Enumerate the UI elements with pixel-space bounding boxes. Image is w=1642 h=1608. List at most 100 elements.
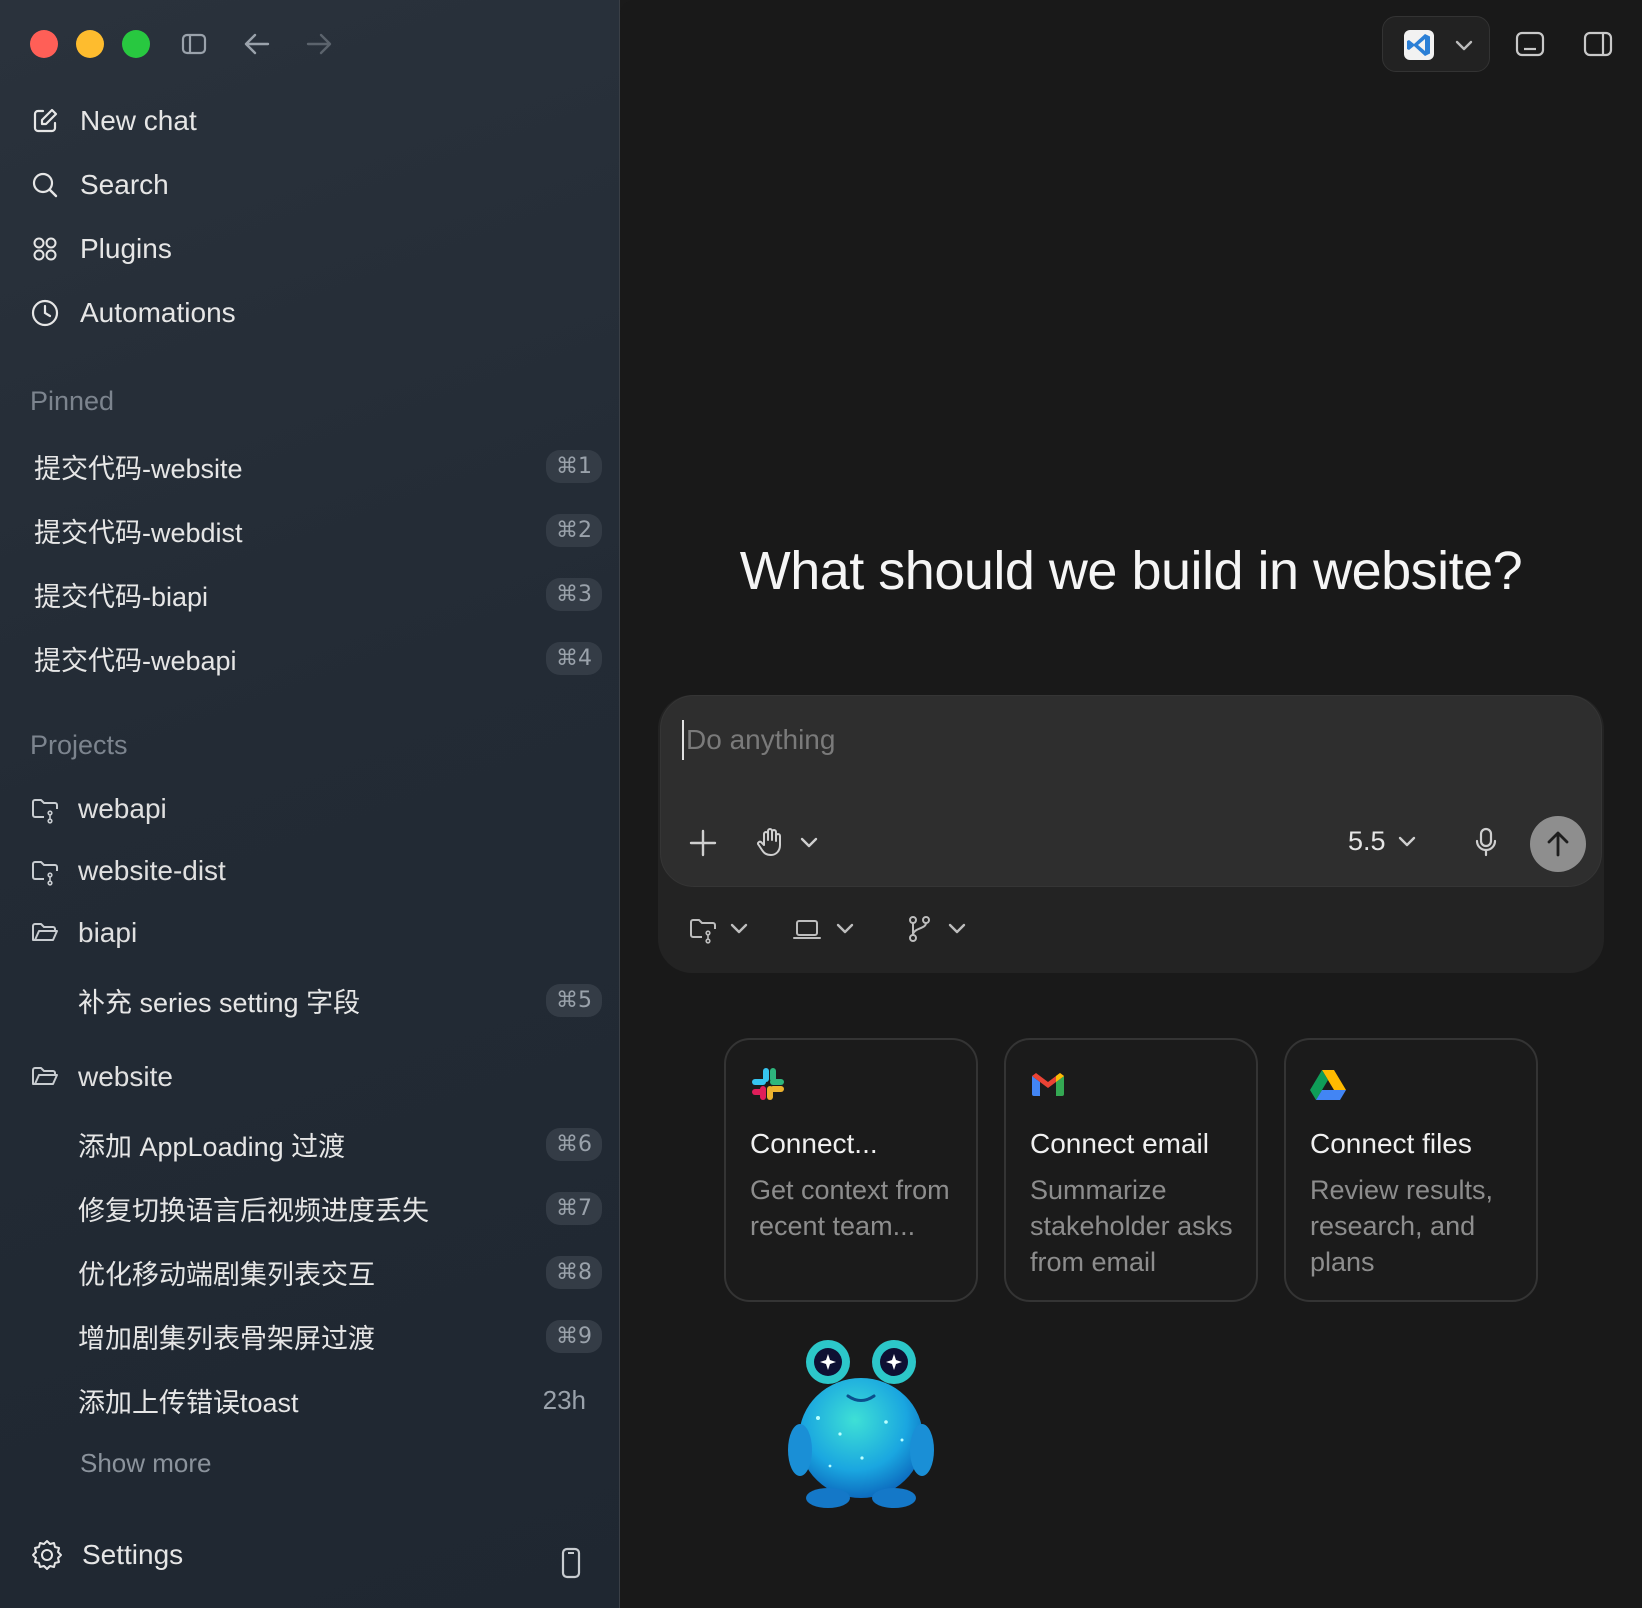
thread-item[interactable]: 补充 series setting 字段 ⌘5 bbox=[78, 974, 602, 1026]
vscode-icon bbox=[1403, 29, 1435, 61]
thread-label: 补充 series setting 字段 bbox=[78, 987, 361, 1018]
card-title: Connect email bbox=[1030, 1128, 1209, 1159]
edit-icon bbox=[33, 108, 58, 133]
project-webapi[interactable]: webapi bbox=[30, 784, 167, 834]
thread-label: 添加上传错误toast bbox=[78, 1387, 299, 1418]
folder-open-icon bbox=[32, 1067, 58, 1085]
shortcut-badge: ⌘9 bbox=[546, 1319, 602, 1353]
shortcut-badge: ⌘1 bbox=[546, 449, 602, 483]
chevron-down-icon bbox=[948, 923, 966, 934]
project-name: biapi bbox=[78, 917, 138, 948]
model-selector[interactable]: 5.5 bbox=[1348, 826, 1418, 857]
maximize-window-button[interactable] bbox=[122, 30, 150, 58]
frog-mascot-image bbox=[788, 1338, 934, 1510]
connect-email-card[interactable]: Connect email Summarize stakeholder asks… bbox=[1004, 1038, 1258, 1302]
folder-branch-icon bbox=[690, 919, 716, 944]
thread-label: 增加剧集列表骨架屏过渡 bbox=[78, 1323, 375, 1354]
pinned-item-label: 提交代码-biapi bbox=[34, 581, 209, 612]
folder-branch-icon bbox=[32, 799, 58, 824]
chevron-down-icon bbox=[730, 923, 748, 934]
thread-item[interactable]: 添加上传错误toast 23h bbox=[78, 1374, 602, 1426]
environment-selector[interactable] bbox=[792, 914, 856, 944]
shortcut-badge: ⌘8 bbox=[546, 1255, 602, 1289]
prompt-input[interactable] bbox=[682, 720, 1482, 760]
projects-section-label: Projects bbox=[30, 730, 128, 760]
back-arrow-icon[interactable] bbox=[242, 30, 272, 58]
card-description: Get context from recent team... bbox=[750, 1175, 950, 1241]
shortcut-badge: ⌘3 bbox=[546, 577, 602, 611]
project-name: website bbox=[78, 1061, 173, 1092]
search-label: Search bbox=[80, 169, 169, 200]
phone-icon[interactable] bbox=[556, 1546, 586, 1580]
folder-open-icon bbox=[32, 923, 58, 941]
search-icon bbox=[32, 172, 58, 198]
new-chat-button[interactable]: New chat bbox=[30, 96, 590, 146]
send-button[interactable] bbox=[1530, 816, 1586, 872]
project-website-dist[interactable]: website-dist bbox=[30, 846, 226, 896]
thread-timestamp: 23h bbox=[542, 1384, 586, 1415]
pinned-item[interactable]: 提交代码-webdist ⌘2 bbox=[30, 504, 602, 556]
card-title: Connect files bbox=[1310, 1128, 1472, 1159]
connect-slack-card[interactable]: Connect... Get context from recent team.… bbox=[724, 1038, 978, 1302]
slack-icon bbox=[750, 1066, 786, 1102]
chevron-down-icon bbox=[836, 923, 854, 934]
automations-label: Automations bbox=[80, 297, 236, 328]
arrow-up-icon bbox=[1547, 831, 1569, 857]
plugins-button[interactable]: Plugins bbox=[30, 224, 590, 274]
thread-label: 修复切换语言后视频进度丢失 bbox=[78, 1195, 429, 1226]
show-more-link[interactable]: Show more bbox=[80, 1448, 212, 1479]
project-selector[interactable] bbox=[688, 914, 750, 944]
forward-arrow-icon[interactable] bbox=[304, 30, 334, 58]
plugins-label: Plugins bbox=[80, 233, 172, 264]
close-window-button[interactable] bbox=[30, 30, 58, 58]
folder-branch-icon bbox=[32, 861, 58, 886]
card-description: Summarize stakeholder asks from email bbox=[1030, 1175, 1233, 1277]
model-label: 5.5 bbox=[1348, 826, 1386, 856]
gmail-icon bbox=[1030, 1070, 1066, 1098]
thread-label: 添加 AppLoading 过渡 bbox=[78, 1131, 346, 1162]
shortcut-badge: ⌘5 bbox=[546, 983, 602, 1017]
settings-button[interactable]: Settings bbox=[30, 1538, 183, 1572]
pinned-item-label: 提交代码-webdist bbox=[34, 517, 243, 548]
toggle-bottom-panel-icon[interactable] bbox=[1514, 28, 1546, 60]
chevron-down-icon[interactable] bbox=[798, 832, 820, 854]
search-button[interactable]: Search bbox=[30, 160, 590, 210]
shortcut-badge: ⌘2 bbox=[546, 513, 602, 547]
pinned-item[interactable]: 提交代码-webapi ⌘4 bbox=[30, 632, 602, 684]
connect-files-card[interactable]: Connect files Review results, research, … bbox=[1284, 1038, 1538, 1302]
toggle-right-panel-icon[interactable] bbox=[1582, 28, 1614, 60]
project-biapi[interactable]: biapi bbox=[30, 908, 137, 958]
branch-selector[interactable] bbox=[904, 914, 968, 944]
new-chat-label: New chat bbox=[80, 105, 197, 136]
hand-icon[interactable] bbox=[756, 826, 786, 858]
card-title: Connect... bbox=[750, 1128, 878, 1159]
thread-item[interactable]: 添加 AppLoading 过渡 ⌘6 bbox=[78, 1118, 602, 1170]
pinned-item-label: 提交代码-webapi bbox=[34, 645, 237, 676]
shortcut-badge: ⌘4 bbox=[546, 641, 602, 675]
laptop-icon bbox=[793, 920, 821, 939]
project-website[interactable]: website bbox=[30, 1052, 173, 1102]
pinned-item-label: 提交代码-website bbox=[34, 453, 243, 484]
sidebar: New chat Search Plugins Automations Pinn… bbox=[0, 0, 620, 1608]
clock-icon bbox=[31, 299, 59, 327]
thread-item[interactable]: 优化移动端剧集列表交互 ⌘8 bbox=[78, 1246, 602, 1298]
page-title: What should we build in website? bbox=[739, 541, 1523, 601]
pinned-item[interactable]: 提交代码-biapi ⌘3 bbox=[30, 568, 602, 620]
thread-item[interactable]: 修复切换语言后视频进度丢失 ⌘7 bbox=[78, 1182, 602, 1234]
gear-icon bbox=[32, 1540, 62, 1570]
add-attachment-icon[interactable] bbox=[688, 828, 718, 858]
minimize-window-button[interactable] bbox=[76, 30, 104, 58]
thread-label: 优化移动端剧集列表交互 bbox=[78, 1259, 375, 1290]
project-name: webapi bbox=[78, 793, 167, 824]
open-in-editor-button[interactable] bbox=[1382, 16, 1490, 72]
pinned-item[interactable]: 提交代码-website ⌘1 bbox=[30, 440, 602, 492]
microphone-icon[interactable] bbox=[1472, 826, 1500, 858]
project-name: website-dist bbox=[78, 855, 226, 886]
thread-item[interactable]: 增加剧集列表骨架屏过渡 ⌘9 bbox=[78, 1310, 602, 1362]
git-branch-icon bbox=[909, 916, 930, 942]
google-drive-icon bbox=[1310, 1068, 1346, 1100]
grid-icon bbox=[33, 237, 57, 261]
toggle-sidebar-icon[interactable] bbox=[180, 30, 208, 58]
chevron-down-icon bbox=[1453, 35, 1475, 57]
automations-button[interactable]: Automations bbox=[30, 288, 590, 338]
